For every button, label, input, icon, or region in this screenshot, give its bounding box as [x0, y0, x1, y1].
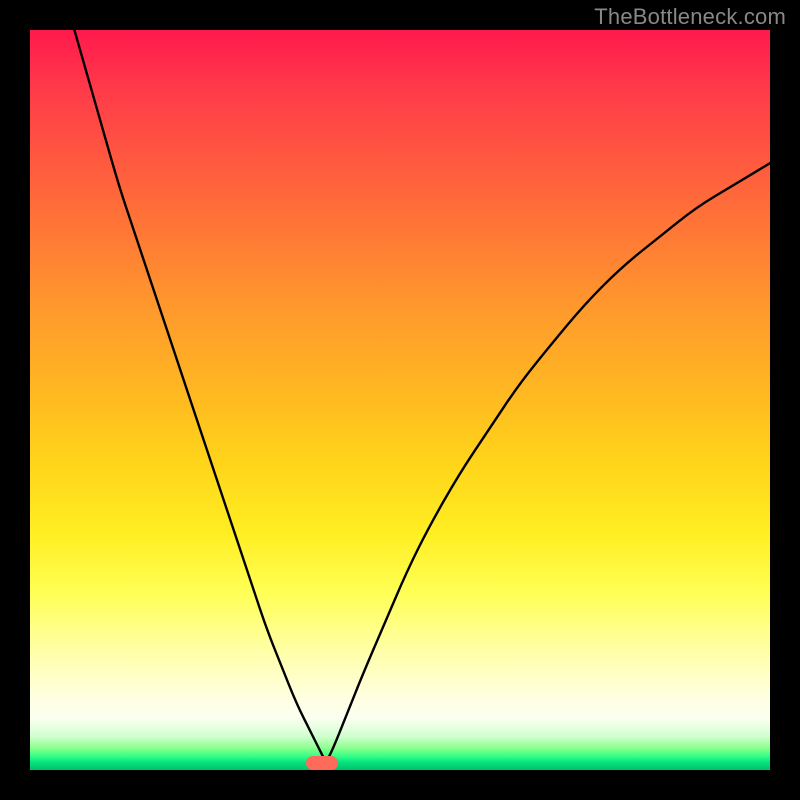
chart-frame: TheBottleneck.com: [0, 0, 800, 800]
bottleneck-curve: [30, 30, 770, 770]
valley-marker: [306, 756, 338, 770]
plot-area: [30, 30, 770, 770]
watermark-text: TheBottleneck.com: [594, 4, 786, 30]
